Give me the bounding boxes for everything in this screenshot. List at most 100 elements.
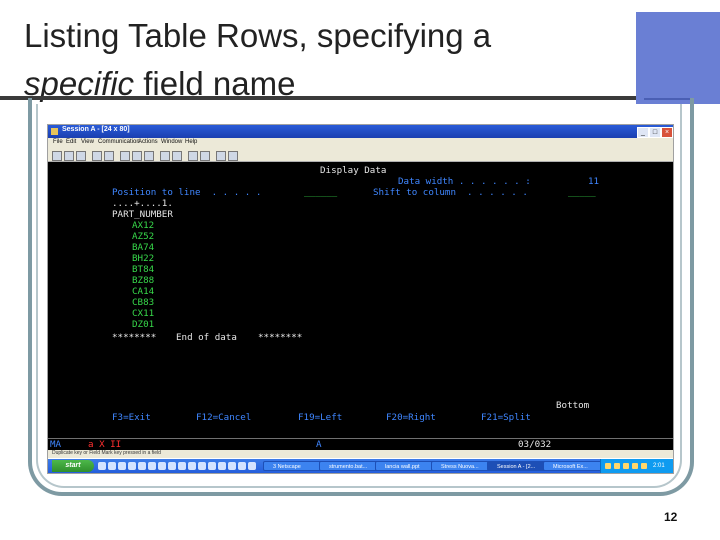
quicklaunch-app-icon[interactable] (208, 462, 216, 470)
data-row: BA74 (132, 242, 155, 253)
oia-field: A (316, 439, 322, 450)
color-icon[interactable] (132, 151, 142, 161)
menu-actions[interactable]: Actions (138, 139, 158, 145)
data-row: AZ52 (132, 231, 155, 242)
menu-bar: File Edit View Communication Actions Win… (48, 138, 673, 148)
print-icon[interactable] (52, 151, 62, 161)
menu-view[interactable]: View (81, 139, 94, 145)
tray-network-icon[interactable] (605, 463, 611, 469)
screen-heading: Display Data (320, 165, 387, 176)
send-icon[interactable] (92, 151, 102, 161)
data-row: CX11 (132, 308, 155, 319)
toolbar (48, 148, 673, 162)
fkey-exit[interactable]: F3=Exit (112, 412, 151, 423)
column-header: PART_NUMBER (112, 209, 173, 220)
status-bar: Duplicate key or Field Mark key pressed … (48, 450, 673, 458)
end-marker-right: ******** (258, 332, 303, 343)
copy-icon[interactable] (64, 151, 74, 161)
menu-edit[interactable]: Edit (66, 139, 76, 145)
help-icon[interactable] (228, 151, 238, 161)
session-icon (51, 128, 58, 135)
slide-title-line1: Listing Table Rows, specifying a (24, 17, 492, 54)
task-strumento[interactable]: strumento.bat... (319, 461, 379, 471)
quicklaunch-app-icon[interactable] (158, 462, 166, 470)
window-titlebar[interactable]: Session A - [24 x 80] _ □ × (48, 125, 673, 138)
data-row: DZ01 (132, 319, 155, 330)
system-tray: 2:01 PM (600, 459, 673, 473)
record-icon[interactable] (172, 151, 182, 161)
receive-icon[interactable] (104, 151, 114, 161)
shift-input[interactable]: _____ (568, 187, 596, 198)
close-button[interactable]: × (661, 127, 673, 138)
window-title: Session A - [24 x 80] (62, 126, 130, 133)
quicklaunch-ie-icon[interactable] (98, 462, 106, 470)
menu-communication[interactable]: Communication (98, 139, 140, 145)
data-width-label: Data width . . . . . . : (398, 176, 531, 187)
taskbar-clock: 2:01 PM (653, 463, 665, 469)
oia-session: MA (50, 439, 62, 450)
quicklaunch-app-icon[interactable] (178, 462, 186, 470)
data-row: BZ88 (132, 275, 155, 286)
position-input[interactable]: ______ (304, 187, 337, 198)
data-row: BH22 (132, 253, 155, 264)
quicklaunch-app-icon[interactable] (218, 462, 226, 470)
terminal-screen[interactable]: Display Data Data width . . . . . . : 11… (48, 162, 673, 438)
position-label: Position to line . . . . . (112, 187, 262, 198)
support-icon[interactable] (200, 151, 210, 161)
quicklaunch-media-icon[interactable] (128, 462, 136, 470)
keyboard-icon[interactable] (144, 151, 154, 161)
task-session-a[interactable]: Session A - [2... (487, 461, 547, 471)
data-row: BT84 (132, 264, 155, 275)
quicklaunch-app-icon[interactable] (228, 462, 236, 470)
fkey-split[interactable]: F21=Split (481, 412, 531, 423)
screenshot-window: Session A - [24 x 80] _ □ × File Edit Vi… (47, 124, 674, 474)
quicklaunch-mail-icon[interactable] (108, 462, 116, 470)
task-stress[interactable]: Stress Nuova... (431, 461, 491, 471)
bottom-indicator: Bottom (556, 400, 590, 411)
column-ruler: ....+....1. (112, 198, 173, 209)
quicklaunch-desktop-icon[interactable] (118, 462, 126, 470)
data-row: CB83 (132, 297, 155, 308)
end-marker-left: ******** (112, 332, 157, 343)
data-width-value: 11 (588, 176, 600, 187)
index-icon[interactable] (216, 151, 226, 161)
start-button[interactable]: start (52, 460, 94, 472)
menu-window[interactable]: Window (161, 139, 182, 145)
menu-help[interactable]: Help (185, 139, 197, 145)
paste-icon[interactable] (76, 151, 86, 161)
status-message: Duplicate key or Field Mark key pressed … (52, 450, 161, 456)
title-accent-inner (644, 18, 692, 100)
display-icon[interactable] (120, 151, 130, 161)
quicklaunch-app-icon[interactable] (238, 462, 246, 470)
tray-update-icon[interactable] (632, 463, 638, 469)
stop-icon[interactable] (188, 151, 198, 161)
macro-icon[interactable] (160, 151, 170, 161)
oia-cursor: 03/032 (518, 439, 552, 450)
minimize-button[interactable]: _ (637, 127, 649, 138)
taskbar: start 3 Netscape strumento.bat... lancia… (48, 459, 673, 473)
task-lancia[interactable]: lancia wall.ppt (375, 461, 435, 471)
fkey-cancel[interactable]: F12=Cancel (196, 412, 251, 423)
quicklaunch-app-icon[interactable] (138, 462, 146, 470)
fkey-left[interactable]: F19=Left (298, 412, 342, 423)
tray-antivirus-icon[interactable] (623, 463, 629, 469)
tray-volume-icon[interactable] (614, 463, 620, 469)
menu-file[interactable]: File (53, 139, 63, 145)
page-number: 12 (664, 510, 678, 524)
task-excel[interactable]: Microsoft Ex... (543, 461, 603, 471)
end-of-data: End of data (176, 332, 237, 343)
data-row: CA14 (132, 286, 155, 297)
slide-title: Listing Table Rows, specifying a specifi… (24, 12, 584, 108)
quicklaunch-app-icon[interactable] (248, 462, 256, 470)
maximize-button[interactable]: □ (649, 127, 661, 138)
shift-label: Shift to column . . . . . . (373, 187, 528, 198)
data-row: AX12 (132, 220, 155, 231)
quicklaunch-app-icon[interactable] (198, 462, 206, 470)
fkey-right[interactable]: F20=Right (386, 412, 436, 423)
quicklaunch-app-icon[interactable] (188, 462, 196, 470)
quicklaunch-app-icon[interactable] (148, 462, 156, 470)
quicklaunch-app-icon[interactable] (168, 462, 176, 470)
task-netscape[interactable]: 3 Netscape (263, 461, 323, 471)
tray-misc-icon[interactable] (641, 463, 647, 469)
oia-indicator: a X II (88, 439, 122, 450)
